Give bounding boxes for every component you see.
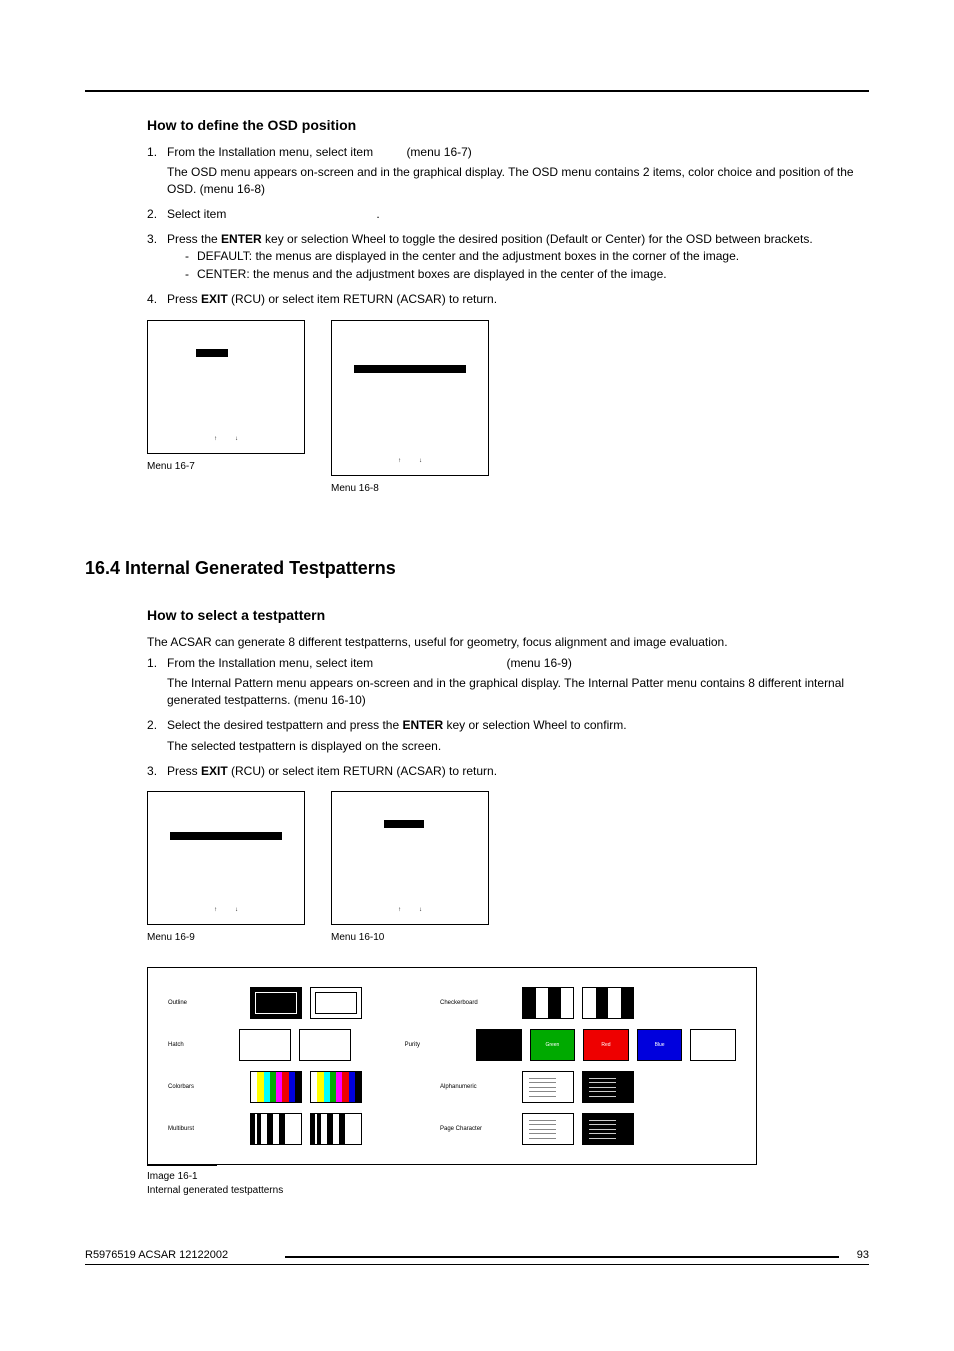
- alpha-thumb-dark: [582, 1071, 634, 1103]
- osd-steps: From the Installation menu, select item …: [147, 144, 869, 308]
- arrow-up-icon: ↑: [398, 906, 401, 914]
- arrow-down-icon: ↓: [235, 435, 238, 443]
- arrow-up-icon: ↑: [214, 906, 217, 914]
- outline-thumb-light: [310, 987, 362, 1019]
- osd-bullet-1: DEFAULT: the menus are displayed in the …: [185, 248, 869, 265]
- arrow-down-icon: ↓: [235, 906, 238, 914]
- checker-thumb-2: [582, 987, 634, 1019]
- tp-multiburst-label: Multiburst: [168, 1125, 250, 1133]
- menu-bar-icon: [384, 820, 424, 828]
- step-sub: The OSD menu appears on-screen and in th…: [167, 164, 869, 198]
- step-sub: The Internal Pattern menu appears on-scr…: [167, 675, 869, 709]
- outline-thumb-dark: [250, 987, 302, 1019]
- step-tail: .: [376, 207, 379, 221]
- menu-16-9-box: ↑ ↓: [147, 791, 305, 925]
- alpha-thumb-light: [522, 1071, 574, 1103]
- step-pre: Press: [167, 292, 201, 306]
- step-post: (RCU) or select item RETURN (ACSAR) to r…: [228, 764, 497, 778]
- figure-rule: [147, 1165, 217, 1166]
- multiburst-thumb-1: [250, 1113, 302, 1145]
- section-16-4-heading: 16.4 Internal Generated Testpatterns: [85, 556, 869, 581]
- osd-bullets: DEFAULT: the menus are displayed in the …: [167, 248, 869, 284]
- menu-16-7-box: ↑ ↓: [147, 320, 305, 454]
- image-16-1-caption: Image 16-1: [147, 1170, 869, 1184]
- step-text: Select item: [167, 207, 226, 221]
- arrow-up-icon: ↑: [398, 457, 401, 465]
- tp-step-3: Press EXIT (RCU) or select item RETURN (…: [147, 763, 869, 780]
- step-text: From the Installation menu, select item: [167, 145, 373, 159]
- page-footer: R5976519 ACSAR 12122002 93: [85, 1248, 869, 1264]
- purity-blue: Blue: [637, 1029, 683, 1061]
- how-to-osd-title: How to define the OSD position: [147, 116, 869, 136]
- menu-16-8-box: ↑ ↓: [331, 320, 489, 476]
- step-bold: EXIT: [201, 764, 228, 778]
- step-text: From the Installation menu, select item: [167, 656, 373, 670]
- menu-16-10-caption: Menu 16-10: [331, 931, 489, 945]
- multiburst-thumb-2: [310, 1113, 362, 1145]
- menu-16-10-box: ↑ ↓: [331, 791, 489, 925]
- tp-menus: ↑ ↓ Menu 16-9 ↑ ↓ Menu 16-10: [147, 791, 869, 945]
- step-post: key or selection Wheel to toggle the des…: [262, 232, 813, 246]
- step-pre: Select the desired testpattern and press…: [167, 718, 402, 732]
- tp-outline-label: Outline: [168, 999, 250, 1007]
- hatch-thumb-2: [299, 1029, 351, 1061]
- step-pre: Press: [167, 764, 201, 778]
- step-bold: EXIT: [201, 292, 228, 306]
- tp-intro: The ACSAR can generate 8 different testp…: [147, 634, 869, 651]
- arrow-up-icon: ↑: [214, 435, 217, 443]
- tp-step-1: From the Installation menu, select item …: [147, 655, 869, 709]
- menu-16-8-caption: Menu 16-8: [331, 482, 489, 496]
- osd-menus: ↑ ↓ Menu 16-7 ↑ ↓ Menu 16-8: [147, 320, 869, 496]
- purity-green: Green: [530, 1029, 576, 1061]
- menu-16-9-caption: Menu 16-9: [147, 931, 305, 945]
- step-post: (RCU) or select item RETURN (ACSAR) to r…: [228, 292, 497, 306]
- step-pre: Press the: [167, 232, 221, 246]
- colorbars-thumb-2: [310, 1071, 362, 1103]
- menu-bar-icon: [196, 349, 228, 357]
- image-16-1-sub: Internal generated testpatterns: [147, 1184, 869, 1198]
- header-rule: [85, 90, 869, 92]
- footer-left: R5976519 ACSAR 12122002: [85, 1248, 236, 1263]
- tp-checker-label: Checkerboard: [440, 999, 522, 1007]
- menu-16-7-caption: Menu 16-7: [147, 460, 305, 474]
- purity-white: [690, 1029, 736, 1061]
- testpatterns-figure: Outline Checkerboard Hatch Purity: [147, 967, 757, 1165]
- tp-pagechar-label: Page Character: [440, 1125, 522, 1133]
- arrow-down-icon: ↓: [419, 457, 422, 465]
- hatch-thumb-1: [239, 1029, 291, 1061]
- pagechar-thumb-dark: [582, 1113, 634, 1145]
- tp-hatch-label: Hatch: [168, 1041, 239, 1049]
- arrow-down-icon: ↓: [419, 906, 422, 914]
- menu-bar-icon: [170, 832, 282, 840]
- step-post: key or selection Wheel to confirm.: [443, 718, 626, 732]
- menu-bar-icon: [354, 365, 466, 373]
- tp-step-2: Select the desired testpattern and press…: [147, 717, 869, 755]
- purity-black: [476, 1029, 522, 1061]
- tp-colorbars-label: Colorbars: [168, 1083, 250, 1091]
- colorbars-thumb-1: [250, 1071, 302, 1103]
- checker-thumb-1: [522, 987, 574, 1019]
- step-tail: (menu 16-9): [506, 656, 571, 670]
- step-bold: ENTER: [402, 718, 443, 732]
- step-bold: ENTER: [221, 232, 262, 246]
- step-sub: The selected testpattern is displayed on…: [167, 738, 869, 755]
- osd-step-4: Press EXIT (RCU) or select item RETURN (…: [147, 291, 869, 308]
- osd-bullet-2: CENTER: the menus and the adjustment box…: [185, 266, 869, 283]
- osd-step-1: From the Installation menu, select item …: [147, 144, 869, 198]
- pagechar-thumb-light: [522, 1113, 574, 1145]
- purity-red: Red: [583, 1029, 629, 1061]
- tp-steps: From the Installation menu, select item …: [147, 655, 869, 780]
- how-to-tp-title: How to select a testpattern: [147, 606, 869, 626]
- step-tail: (menu 16-7): [406, 145, 471, 159]
- tp-alpha-label: Alphanumeric: [440, 1083, 522, 1091]
- osd-step-2: Select item .: [147, 206, 869, 223]
- tp-purity-label: Purity: [405, 1041, 476, 1049]
- footer-page-number: 93: [849, 1248, 869, 1263]
- osd-step-3: Press the ENTER key or selection Wheel t…: [147, 231, 869, 283]
